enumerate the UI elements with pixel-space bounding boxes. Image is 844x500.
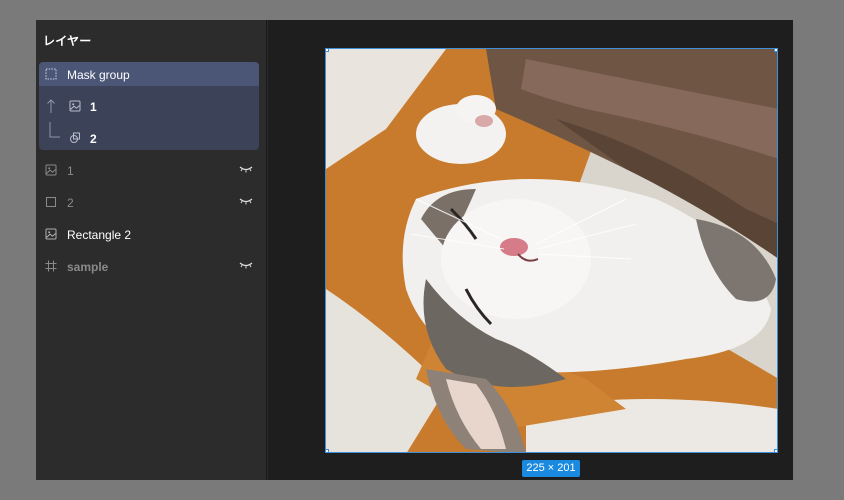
layer-label-rectangle-2: Rectangle 2 xyxy=(67,228,132,242)
layer-label-mask-child-1: 1 xyxy=(90,100,97,114)
layer-row-mask-child-2[interactable]: 2 xyxy=(36,122,267,154)
selection-size-badge: 225 × 201 xyxy=(522,460,580,477)
layer-row-1[interactable]: 1 xyxy=(36,154,267,186)
layer-row-2[interactable]: 2 xyxy=(36,186,267,218)
mask-arrow-icon xyxy=(47,99,55,113)
layer-label-mask-group: Mask group xyxy=(67,68,130,82)
image-icon xyxy=(69,100,81,112)
layer-row-mask-group-content[interactable]: Mask group xyxy=(36,58,267,90)
mask-group-icon xyxy=(45,68,57,80)
editor-window: レイヤー Mask group 1 2 1 2 Rectangle 2 samp… xyxy=(36,20,793,480)
selected-image-frame[interactable] xyxy=(325,48,778,453)
layer-row-sample[interactable]: sample xyxy=(36,250,267,282)
layers-panel: レイヤー Mask group 1 2 1 2 Rectangle 2 samp… xyxy=(36,20,267,480)
layer-label-sample: sample xyxy=(67,260,109,274)
image-icon xyxy=(45,164,57,176)
layer-row-rectangle-2[interactable]: Rectangle 2 xyxy=(36,218,267,250)
rectangle-icon xyxy=(46,197,56,207)
eye-closed-icon[interactable] xyxy=(239,196,253,206)
canvas-area[interactable]: 225 × 201 xyxy=(268,20,793,480)
image-icon xyxy=(45,228,57,240)
eye-closed-icon[interactable] xyxy=(239,164,253,174)
frame-icon xyxy=(45,260,57,272)
mask-tree-line-icon xyxy=(49,122,60,138)
resize-handle-bottom-left[interactable] xyxy=(326,449,329,452)
layer-label-1: 1 xyxy=(67,164,74,178)
panel-title: レイヤー xyxy=(43,34,92,48)
layer-label-mask-child-2: 2 xyxy=(90,132,97,146)
resize-handle-top-right[interactable] xyxy=(774,49,777,52)
eye-closed-icon[interactable] xyxy=(239,260,253,270)
resize-handle-bottom-right[interactable] xyxy=(774,449,777,452)
kitten-photo xyxy=(326,49,777,452)
resize-handle-top-left[interactable] xyxy=(326,49,329,52)
layer-row-mask-child-1[interactable]: 1 xyxy=(36,90,267,122)
layer-label-2: 2 xyxy=(67,196,74,210)
component-icon xyxy=(70,132,80,143)
